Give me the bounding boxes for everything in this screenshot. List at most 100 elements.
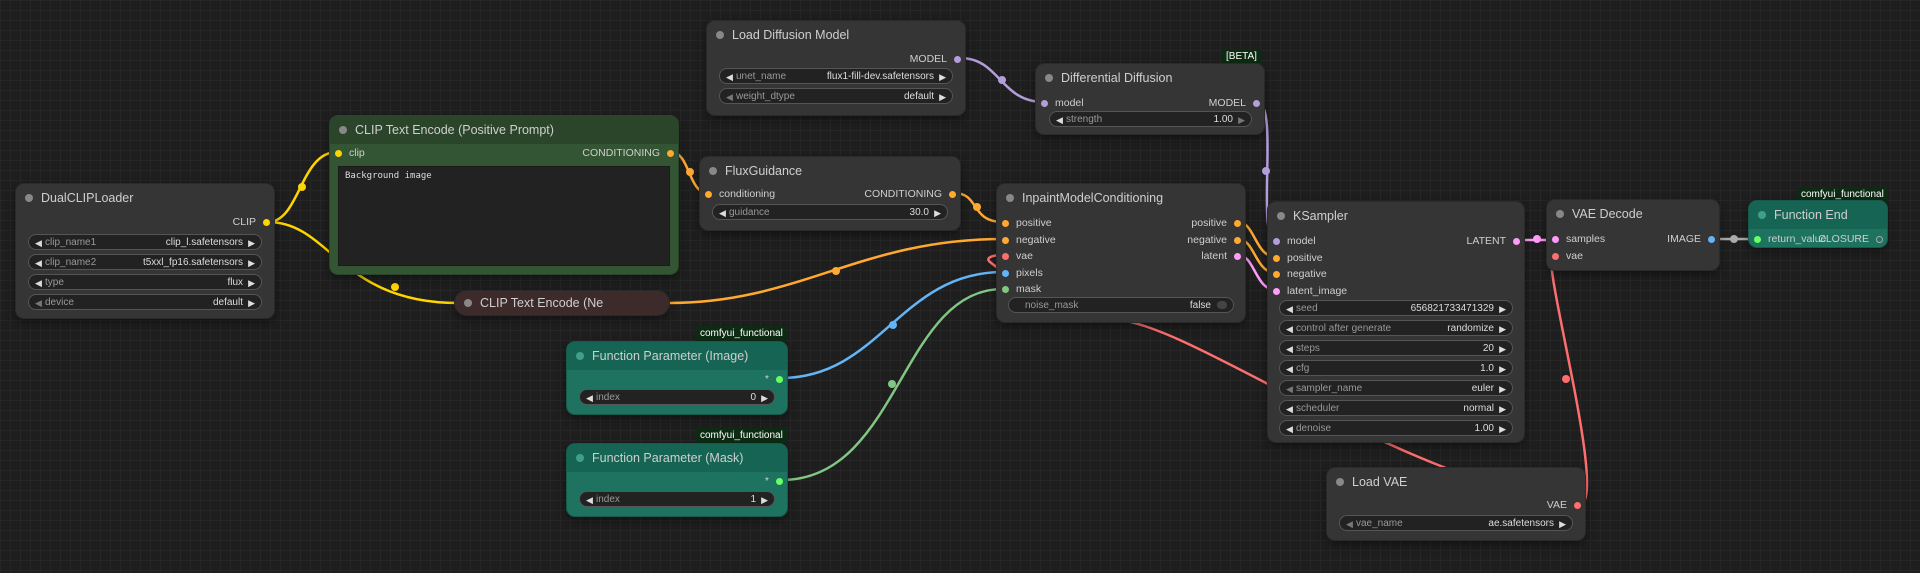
pin-icon[interactable] [1253, 100, 1260, 107]
collapse-dot[interactable] [1045, 74, 1053, 82]
output-model[interactable]: MODEL [910, 53, 961, 65]
widget-steps[interactable]: ◀ steps 20 ▶ [1279, 340, 1513, 356]
arrow-right-icon[interactable]: ▶ [1238, 112, 1245, 128]
output-clip[interactable]: CLIP [233, 216, 270, 228]
pin-icon[interactable] [1041, 100, 1048, 107]
arrow-left-icon[interactable]: ◀ [726, 89, 733, 105]
node-ksampler[interactable]: KSampler model positive negative latent_… [1268, 202, 1524, 442]
collapse-dot[interactable] [25, 194, 33, 202]
output-any[interactable]: * [765, 475, 783, 487]
arrow-right-icon[interactable]: ▶ [1499, 321, 1506, 337]
pin-icon[interactable] [1002, 253, 1009, 260]
pin-icon[interactable] [1513, 238, 1520, 245]
widget-index[interactable]: ◀ index 1 ▶ [579, 491, 775, 507]
arrow-right-icon[interactable]: ▶ [1499, 401, 1506, 417]
widget-seed[interactable]: ◀ seed 656821733471329 ▶ [1279, 300, 1513, 316]
arrow-right-icon[interactable]: ▶ [761, 390, 768, 406]
arrow-right-icon[interactable]: ▶ [1499, 301, 1506, 317]
arrow-left-icon[interactable]: ◀ [1286, 401, 1293, 417]
pin-icon[interactable] [1552, 253, 1559, 260]
widget-cfg[interactable]: ◀ cfg 1.0 ▶ [1279, 360, 1513, 376]
output-image[interactable]: IMAGE [1667, 233, 1715, 245]
arrow-right-icon[interactable]: ▶ [248, 235, 255, 251]
pin-icon[interactable] [1876, 236, 1883, 243]
output-positive[interactable]: positive [1191, 217, 1241, 229]
input-vae[interactable]: vae [1552, 250, 1583, 262]
arrow-left-icon[interactable]: ◀ [1056, 112, 1063, 128]
pin-icon[interactable] [1552, 236, 1559, 243]
pin-icon[interactable] [1234, 220, 1241, 227]
arrow-left-icon[interactable]: ◀ [1286, 421, 1293, 437]
collapse-dot[interactable] [1336, 478, 1344, 486]
node-function-parameter-image[interactable]: Function Parameter (Image) * ◀ index 0 ▶ [567, 342, 787, 414]
toggle-icon[interactable] [1217, 301, 1227, 309]
input-positive[interactable]: positive [1002, 217, 1052, 229]
arrow-right-icon[interactable]: ▶ [1499, 361, 1506, 377]
pin-icon[interactable] [1708, 236, 1715, 243]
input-vae[interactable]: vae [1002, 250, 1033, 262]
input-positive[interactable]: positive [1273, 252, 1323, 264]
collapse-dot[interactable] [339, 126, 347, 134]
output-vae[interactable]: VAE [1547, 499, 1581, 511]
arrow-right-icon[interactable]: ▶ [1499, 381, 1506, 397]
input-negative[interactable]: negative [1002, 234, 1056, 246]
input-clip[interactable]: clip [335, 147, 365, 159]
arrow-right-icon[interactable]: ▶ [761, 492, 768, 508]
input-mask[interactable]: mask [1002, 283, 1041, 295]
widget-strength[interactable]: ◀ strength 1.00 ▶ [1049, 111, 1252, 127]
output-negative[interactable]: negative [1187, 234, 1241, 246]
pin-icon[interactable] [1002, 220, 1009, 227]
node-clip-text-encode-negative[interactable]: CLIP Text Encode (Ne [455, 291, 669, 315]
widget-vae-name[interactable]: ◀ vae_name ae.safetensors ▶ [1339, 515, 1573, 531]
pin-icon[interactable] [949, 191, 956, 198]
pin-icon[interactable] [1273, 255, 1280, 262]
arrow-left-icon[interactable]: ◀ [719, 205, 726, 221]
arrow-left-icon[interactable]: ◀ [1286, 321, 1293, 337]
node-function-end[interactable]: Function End return_value CLOSURE [1749, 201, 1887, 247]
arrow-left-icon[interactable]: ◀ [35, 275, 42, 291]
collapse-dot[interactable] [709, 167, 717, 175]
arrow-left-icon[interactable]: ◀ [726, 69, 733, 85]
arrow-left-icon[interactable]: ◀ [35, 255, 42, 271]
widget-noise-mask[interactable]: noise_mask false [1008, 297, 1234, 313]
pin-icon[interactable] [954, 56, 961, 63]
pin-icon[interactable] [1002, 286, 1009, 293]
output-latent[interactable]: LATENT [1467, 235, 1520, 247]
widget-unet-name[interactable]: ◀ unet_name flux1-fill-dev.safetensors ▶ [719, 68, 953, 84]
collapse-dot[interactable] [1758, 211, 1766, 219]
collapse-dot[interactable] [1556, 210, 1564, 218]
pin-icon[interactable] [1273, 238, 1280, 245]
input-negative[interactable]: negative [1273, 268, 1327, 280]
pin-icon[interactable] [1002, 237, 1009, 244]
output-conditioning[interactable]: CONDITIONING [582, 147, 674, 159]
arrow-left-icon[interactable]: ◀ [1346, 516, 1353, 532]
pin-icon[interactable] [1234, 237, 1241, 244]
output-conditioning[interactable]: CONDITIONING [864, 188, 956, 200]
arrow-right-icon[interactable]: ▶ [248, 255, 255, 271]
prompt-textarea[interactable]: Background image [338, 166, 670, 266]
arrow-right-icon[interactable]: ▶ [934, 205, 941, 221]
node-dualclip-loader[interactable]: DualCLIPLoader CLIP ◀ clip_name1 clip_l.sa… [16, 184, 274, 318]
node-function-parameter-mask[interactable]: Function Parameter (Mask) * ◀ index 1 ▶ [567, 444, 787, 516]
widget-scheduler[interactable]: ◀ scheduler normal ▶ [1279, 400, 1513, 416]
widget-clip-name2[interactable]: ◀ clip_name2 t5xxl_fp16.safetensors ▶ [28, 254, 262, 270]
widget-clip-name1[interactable]: ◀ clip_name1 clip_l.safetensors ▶ [28, 234, 262, 250]
output-model[interactable]: MODEL [1209, 97, 1260, 109]
input-samples[interactable]: samples [1552, 233, 1605, 245]
input-pixels[interactable]: pixels [1002, 267, 1043, 279]
collapse-dot[interactable] [464, 299, 472, 307]
arrow-left-icon[interactable]: ◀ [586, 492, 593, 508]
pin-icon[interactable] [1234, 253, 1241, 260]
arrow-left-icon[interactable]: ◀ [1286, 381, 1293, 397]
pin-icon[interactable] [1754, 236, 1761, 243]
input-latent-image[interactable]: latent_image [1273, 285, 1347, 297]
arrow-right-icon[interactable]: ▶ [1499, 341, 1506, 357]
arrow-right-icon[interactable]: ▶ [939, 89, 946, 105]
collapse-dot[interactable] [576, 352, 584, 360]
node-differential-diffusion[interactable]: Differential Diffusion model MODEL ◀ stre… [1036, 64, 1264, 134]
arrow-left-icon[interactable]: ◀ [35, 235, 42, 251]
widget-weight-dtype[interactable]: ◀ weight_dtype default ▶ [719, 88, 953, 104]
pin-icon[interactable] [1273, 288, 1280, 295]
arrow-right-icon[interactable]: ▶ [939, 69, 946, 85]
collapse-dot[interactable] [1277, 212, 1285, 220]
